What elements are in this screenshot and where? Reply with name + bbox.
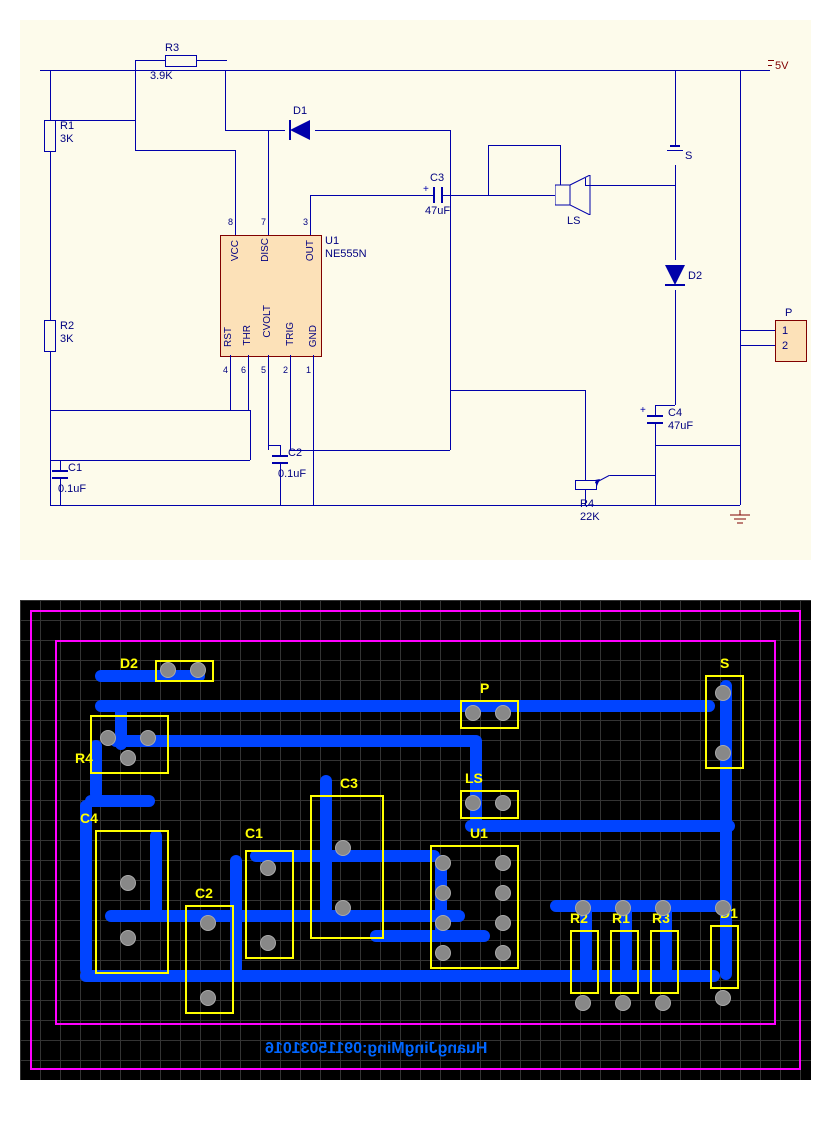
r2-val: 3K [60,333,73,345]
pcb-c1-label: C1 [245,825,263,841]
r4-ref: R4 [580,498,594,510]
connector-p [775,320,807,362]
c1-ref: C1 [68,462,82,474]
u1-val: NE555N [325,248,367,260]
c1-val: 0.1uF [58,483,86,495]
pcb-c3-label: C3 [340,775,358,791]
r2-ref: R2 [60,320,74,332]
s-ref: S [685,150,692,162]
pcb-c2-label: C2 [195,885,213,901]
ls-ref: LS [567,215,580,227]
r4-val: 22K [580,511,600,523]
pcb-ls-label: LS [465,770,483,786]
pcb-d2-label: D2 [120,655,138,671]
p-ref: P [785,307,792,319]
pcb-c4-label: C4 [80,810,98,826]
potentiometer-r4 [575,480,597,490]
pcb-u1-label: U1 [470,825,488,841]
r1-val: 3K [60,133,73,145]
d2-ref: D2 [688,270,702,282]
resistor-r1 [44,120,56,152]
schematic-canvas: 5V R3 3.9K R1 3K R2 3K D1 U1 NE555N VCC … [20,20,811,560]
r1-ref: R1 [60,120,74,132]
r3-val: 3.9K [150,70,173,82]
c3-ref: C3 [430,172,444,184]
pcb-author-text: HuangJingMing:09115031016 [265,1040,487,1058]
pcb-p-label: P [480,680,489,696]
power-label: 5V [775,60,788,72]
pcb-s-label: S [720,655,729,671]
c4-ref: C4 [668,407,682,419]
pcb-canvas: D2 R4 C4 C1 C2 C3 U1 LS P S R [20,600,811,1080]
c4-val: 47uF [668,420,693,432]
c2-val: 0.1uF [278,468,306,480]
u1-ref: U1 [325,235,339,247]
d1-ref: D1 [293,105,307,117]
resistor-r2 [44,320,56,352]
c3-val: 47uF [425,205,450,217]
r3-ref: R3 [165,42,179,54]
resistor-r3 [165,55,197,67]
